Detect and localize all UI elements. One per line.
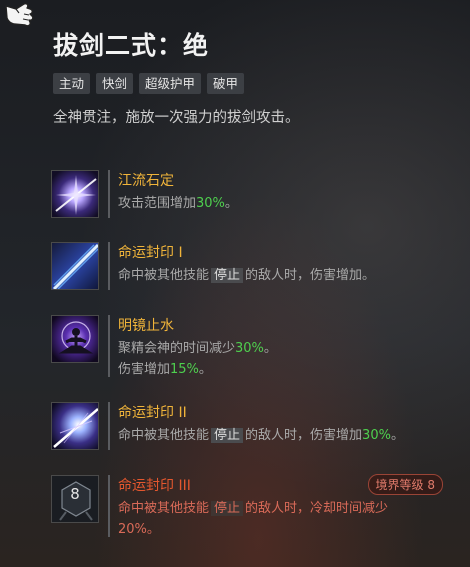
skill-description: 全神贯注，施放一次强力的拔剑攻击。 xyxy=(53,110,300,126)
locked-rank-icon: 8 xyxy=(51,475,99,523)
realm-level-badge: 境界等级 8 xyxy=(367,474,443,495)
highlight-value: 30% xyxy=(235,341,264,356)
talent-description: 命中被其他技能 停止 的敌人时，伤害增加。 xyxy=(118,268,376,283)
keyword-chip: 停止 xyxy=(211,268,244,283)
talent-description: 攻击范围增加30%。 xyxy=(118,196,238,211)
divider xyxy=(108,170,110,218)
skill-tags: 主动 快剑 超级护甲 破甲 xyxy=(53,73,245,94)
talent-name: 命运封印 III xyxy=(118,478,191,494)
talent-row-locked[interactable]: 8 命运封印 III 境界等级 8 命中被其他技能 停止 的敌人时，冷却时间减少 2… xyxy=(51,474,451,537)
divider xyxy=(108,402,110,450)
talent-row[interactable]: 命运封印 I 命中被其他技能 停止 的敌人时，伤害增加。 xyxy=(51,242,451,290)
skill-title: 拔剑二式：绝 xyxy=(53,31,210,60)
divider xyxy=(108,475,110,537)
divider xyxy=(108,315,110,377)
keyword-chip: 停止 xyxy=(211,501,244,516)
talent-description: 聚精会神的时间减少30%。 伤害增加15%。 xyxy=(118,341,277,377)
talent-name: 命运封印 I xyxy=(118,245,183,261)
talent-row[interactable]: 明镜止水 聚精会神的时间减少30%。 伤害增加15%。 xyxy=(51,315,451,377)
talent-name: 命运封印 II xyxy=(118,405,187,421)
meditation-icon xyxy=(51,315,99,363)
tag-active: 主动 xyxy=(53,73,91,94)
talent-row[interactable]: 命运封印 II 命中被其他技能 停止 的敌人时，伤害增加30%。 xyxy=(51,402,451,450)
talent-description: 命中被其他技能 停止 的敌人时，冷却时间减少 20%。 xyxy=(118,501,389,537)
burst-icon xyxy=(51,170,99,218)
tag-fast-sword: 快剑 xyxy=(96,73,134,94)
highlight-value: 30% xyxy=(362,428,391,443)
highlight-value: 30% xyxy=(196,196,225,211)
tag-super-armor: 超级护甲 xyxy=(139,73,202,94)
talent-name: 明镜止水 xyxy=(118,318,174,334)
tag-armor-break: 破甲 xyxy=(207,73,245,94)
sword-burst-icon xyxy=(51,402,99,450)
divider xyxy=(108,242,110,290)
rank-number: 8 xyxy=(70,485,80,503)
highlight-value: 15% xyxy=(170,362,199,377)
keyword-chip: 停止 xyxy=(211,428,244,443)
pointer-hand-icon xyxy=(5,3,34,27)
talent-name: 江流石定 xyxy=(118,173,174,189)
sword-streak-icon xyxy=(51,242,99,290)
talent-description: 命中被其他技能 停止 的敌人时，伤害增加30%。 xyxy=(118,428,404,443)
talent-row[interactable]: 江流石定 攻击范围增加30%。 xyxy=(51,170,451,218)
